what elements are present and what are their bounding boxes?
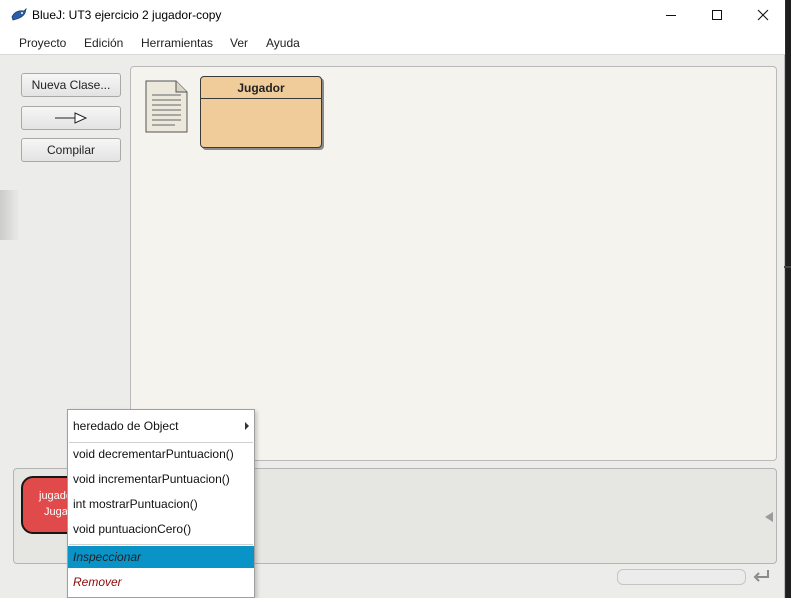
- menu-item-method[interactable]: void incrementarPuntuacion(): [68, 468, 254, 490]
- menu-bar: Proyecto Edición Herramientas Ver Ayuda: [0, 30, 785, 55]
- bluej-window: BlueJ: UT3 ejercicio 2 jugador-copy Proy…: [0, 0, 785, 598]
- scroll-left-icon[interactable]: [764, 511, 774, 523]
- menu-separator: [69, 544, 253, 545]
- title-bar: BlueJ: UT3 ejercicio 2 jugador-copy: [0, 0, 785, 30]
- readme-document-icon[interactable]: [145, 80, 189, 134]
- reset-machine-icon[interactable]: [752, 567, 772, 585]
- new-inheritance-button[interactable]: [21, 106, 121, 130]
- close-icon: [757, 9, 769, 21]
- toolbar-shadow: [0, 190, 20, 240]
- inheritance-arrow-icon: [55, 112, 88, 124]
- maximize-button[interactable]: [694, 0, 740, 30]
- menu-item-method[interactable]: void puntuacionCero(): [68, 518, 254, 540]
- class-box-jugador[interactable]: Jugador: [200, 76, 322, 148]
- object-context-menu: heredado de Object void decrementarPuntu…: [67, 409, 255, 598]
- close-button[interactable]: [740, 0, 786, 30]
- menu-proyecto[interactable]: Proyecto: [19, 36, 66, 50]
- background-window-edge: [786, 0, 791, 598]
- menu-item-method[interactable]: void decrementarPuntuacion(): [68, 443, 254, 465]
- minimize-icon: [666, 15, 676, 16]
- compile-button[interactable]: Compilar: [21, 138, 121, 162]
- new-class-button[interactable]: Nueva Clase...: [21, 73, 121, 97]
- submenu-arrow-icon: [245, 422, 249, 430]
- menu-ayuda[interactable]: Ayuda: [266, 36, 300, 50]
- menu-item-inspeccionar[interactable]: Inspeccionar: [68, 546, 254, 568]
- bluej-bird-icon: [11, 8, 27, 21]
- menu-ver[interactable]: Ver: [230, 36, 248, 50]
- minimize-button[interactable]: [648, 0, 694, 30]
- background-window-line: [784, 266, 791, 268]
- menu-item-method[interactable]: int mostrarPuntuacion(): [68, 493, 254, 515]
- menu-edicion[interactable]: Edición: [84, 36, 123, 50]
- menu-herramientas[interactable]: Herramientas: [141, 36, 213, 50]
- window-title: BlueJ: UT3 ejercicio 2 jugador-copy: [32, 8, 222, 22]
- menu-item-remover[interactable]: Remover: [68, 571, 254, 593]
- class-name: Jugador: [201, 77, 321, 99]
- status-field: [617, 569, 746, 585]
- maximize-icon: [712, 10, 722, 20]
- menu-item-inherited-from-object[interactable]: heredado de Object: [68, 415, 254, 437]
- menu-item-label: heredado de Object: [73, 419, 179, 433]
